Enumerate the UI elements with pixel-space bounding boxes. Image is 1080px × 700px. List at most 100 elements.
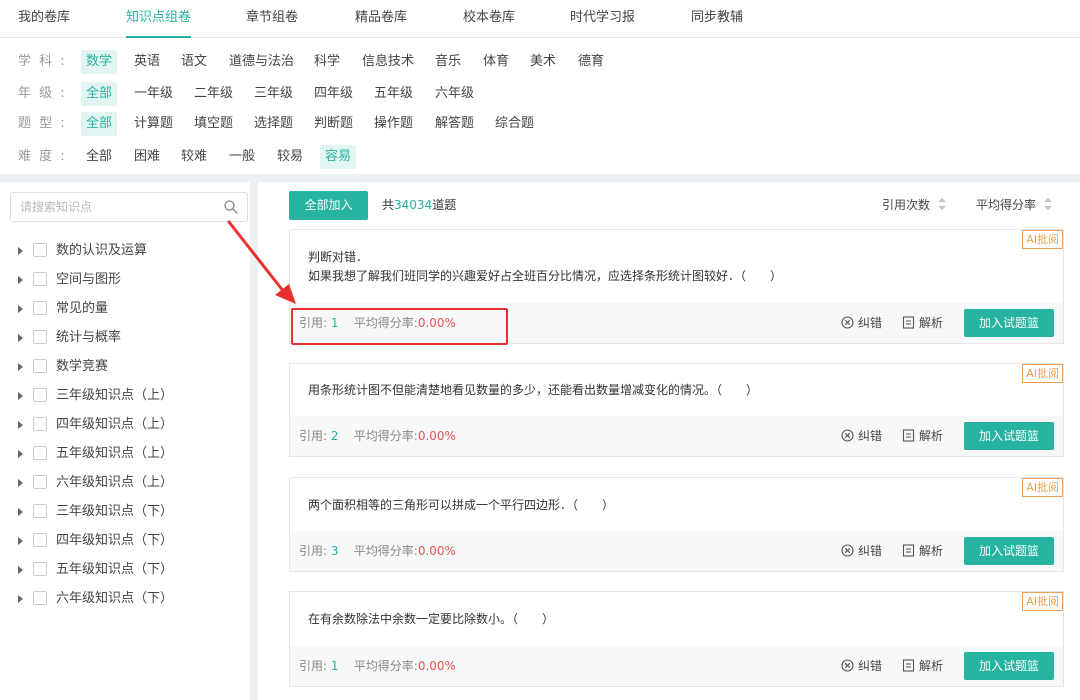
filter-option[interactable]: 德育 [573,50,609,74]
analysis-button[interactable]: 解析 [902,657,943,675]
tree-item[interactable]: 四年级知识点（下） [0,526,250,555]
ai-grading-badge: AI批阅 [1022,230,1063,249]
tree-checkbox[interactable] [33,417,47,431]
filter-option[interactable]: 信息技术 [357,50,419,74]
tree-checkbox[interactable] [33,388,47,402]
filter-option[interactable]: 音乐 [430,50,466,74]
tree-checkbox[interactable] [33,359,47,373]
tree-item[interactable]: 六年级知识点（下） [0,584,250,613]
filter-option[interactable]: 选择题 [249,112,298,136]
add-to-basket-button[interactable]: 加入试题篮 [964,309,1054,337]
filter-option[interactable]: 五年级 [369,82,418,106]
caret-right-icon[interactable] [18,421,23,429]
search-icon[interactable] [223,199,239,215]
tab-knowledge-point-compose[interactable]: 知识点组卷 [126,0,192,38]
tab-premium-papers[interactable]: 精品卷库 [355,0,407,38]
filter-option[interactable]: 体育 [478,50,514,74]
tree-item[interactable]: 三年级知识点（上） [0,381,250,410]
caret-right-icon[interactable] [18,479,23,487]
caret-right-icon[interactable] [18,392,23,400]
filter-option[interactable]: 容易 [320,145,357,169]
knowledge-search-input[interactable] [11,193,217,221]
caret-right-icon[interactable] [18,305,23,313]
tree-item[interactable]: 常见的量 [0,294,250,323]
tab-sync-tutorial[interactable]: 同步教辅 [691,0,743,38]
filter-option[interactable]: 填空题 [189,112,238,136]
correct-error-button[interactable]: 纠错 [841,657,882,675]
filter-option[interactable]: 美术 [525,50,561,74]
filter-option[interactable]: 操作题 [369,112,418,136]
filter-option[interactable]: 困难 [129,145,165,169]
correct-error-button[interactable]: 纠错 [841,542,882,560]
caret-right-icon[interactable] [18,276,23,284]
add-all-button[interactable]: 全部加入 [289,191,368,220]
caret-right-icon[interactable] [18,450,23,458]
tab-chapter-compose[interactable]: 章节组卷 [246,0,298,38]
cite-count: 1 [330,659,339,673]
filter-option[interactable]: 较易 [272,145,308,169]
tree-checkbox[interactable] [33,504,47,518]
tree-checkbox[interactable] [33,330,47,344]
add-to-basket-button[interactable]: 加入试题篮 [964,652,1054,680]
caret-right-icon[interactable] [18,537,23,545]
filter-option[interactable]: 四年级 [309,82,358,106]
analysis-button[interactable]: 解析 [902,542,943,560]
sort-by-citations[interactable]: 引用次数 [882,195,947,215]
filter-option[interactable]: 二年级 [189,82,238,106]
tree-checkbox[interactable] [33,562,47,576]
caret-right-icon[interactable] [18,247,23,255]
tab-my-papers[interactable]: 我的卷库 [18,0,70,38]
tree-checkbox[interactable] [33,243,47,257]
filter-option[interactable]: 全部 [81,82,118,106]
tree-item[interactable]: 空间与图形 [0,265,250,294]
filter-option[interactable]: 计算题 [129,112,178,136]
filter-option[interactable]: 全部 [81,112,118,136]
filter-option[interactable]: 一年级 [129,82,178,106]
caret-right-icon[interactable] [18,508,23,516]
tree-checkbox[interactable] [33,446,47,460]
filter-option[interactable]: 数学 [81,50,118,74]
total-count-text: 共34034道题 [382,191,456,220]
tree-checkbox[interactable] [33,533,47,547]
add-to-basket-button[interactable]: 加入试题篮 [964,537,1054,565]
document-icon [902,544,915,557]
filter-option[interactable]: 全部 [81,145,117,169]
filter-option[interactable]: 六年级 [430,82,479,106]
tab-school-papers[interactable]: 校本卷库 [463,0,515,38]
tree-checkbox[interactable] [33,475,47,489]
tree-checkbox[interactable] [33,591,47,605]
tree-item[interactable]: 数学竞赛 [0,352,250,381]
correct-error-button[interactable]: 纠错 [841,314,882,332]
add-to-basket-button[interactable]: 加入试题篮 [964,422,1054,450]
sort-avg-score-label: 平均得分率 [976,198,1037,212]
caret-right-icon[interactable] [18,566,23,574]
total-suffix: 道题 [432,198,457,212]
filter-option[interactable]: 道德与法治 [224,50,299,74]
analysis-button[interactable]: 解析 [902,314,943,332]
filter-option[interactable]: 综合题 [490,112,539,136]
filter-option[interactable]: 科学 [309,50,345,74]
filter-option[interactable]: 解答题 [430,112,479,136]
tab-era-study-paper[interactable]: 时代学习报 [570,0,635,38]
sort-by-avg-score[interactable]: 平均得分率 [976,195,1053,215]
tree-item[interactable]: 五年级知识点（下） [0,555,250,584]
filter-option[interactable]: 较难 [176,145,212,169]
tree-item[interactable]: 数的认识及运算 [0,236,250,265]
tree-item[interactable]: 五年级知识点（上） [0,439,250,468]
tree-item[interactable]: 四年级知识点（上） [0,410,250,439]
analysis-button[interactable]: 解析 [902,427,943,445]
caret-right-icon[interactable] [18,363,23,371]
filter-option[interactable]: 英语 [129,50,165,74]
tree-checkbox[interactable] [33,272,47,286]
tree-checkbox[interactable] [33,301,47,315]
tree-item[interactable]: 三年级知识点（下） [0,497,250,526]
filter-option[interactable]: 三年级 [249,82,298,106]
tree-item[interactable]: 统计与概率 [0,323,250,352]
filter-option[interactable]: 语文 [176,50,212,74]
caret-right-icon[interactable] [18,334,23,342]
correct-error-button[interactable]: 纠错 [841,427,882,445]
filter-option[interactable]: 一般 [224,145,260,169]
filter-option[interactable]: 判断题 [309,112,358,136]
caret-right-icon[interactable] [18,595,23,603]
tree-item[interactable]: 六年级知识点（上） [0,468,250,497]
